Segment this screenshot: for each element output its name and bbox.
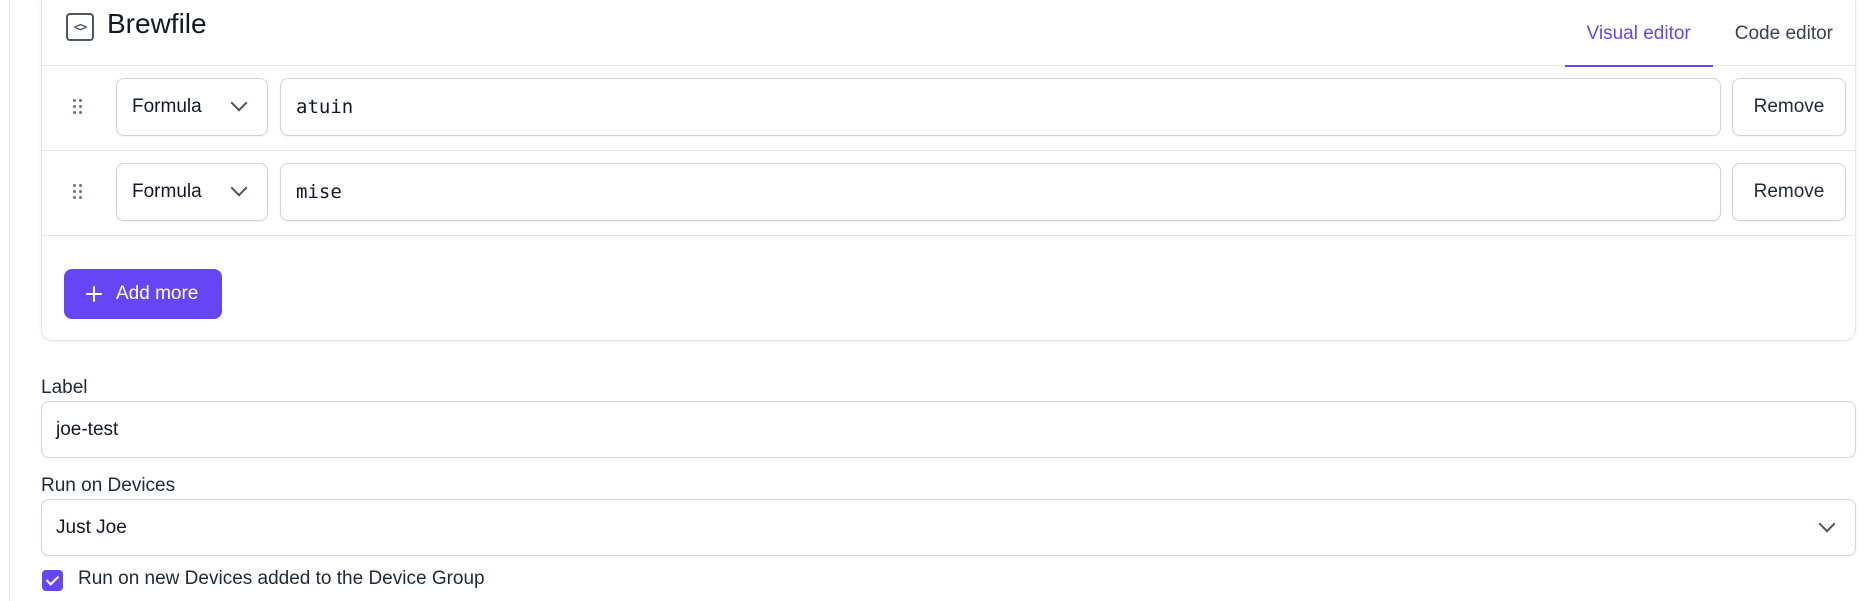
brewfile-entry-row: Formula atuin Remove [42,66,1855,151]
label-field-label: Label [41,377,88,398]
brewfile-header: <> Brewfile Visual editor Code editor [42,1,1855,67]
tab-code-editor[interactable]: Code editor [1713,1,1855,66]
drag-handle-icon[interactable] [72,98,84,116]
add-more-button[interactable]: Add more [64,269,222,319]
entry-type-value: Formula [132,181,202,202]
chevron-down-icon [1818,515,1836,533]
entry-name-input[interactable]: atuin [280,78,1721,136]
code-brackets-icon: <> [66,13,94,41]
label-input[interactable]: joe-test [41,401,1856,458]
devices-select[interactable]: Just Joe [41,499,1856,556]
chevron-down-icon [230,94,248,112]
remove-entry-button[interactable]: Remove [1732,163,1846,221]
entry-type-value: Formula [132,96,202,117]
devices-select-value: Just Joe [56,516,127,538]
brewfile-entry-row: Formula mise Remove [42,151,1855,236]
brewfile-title: Brewfile [107,8,207,39]
left-divider [9,0,10,601]
devices-field-label: Run on Devices [41,475,176,496]
new-devices-checkbox[interactable] [42,570,63,591]
entry-type-select[interactable]: Formula [116,78,268,136]
drag-handle-icon[interactable] [72,183,84,201]
entry-name-input[interactable]: mise [280,163,1721,221]
editor-tabs: Visual editor Code editor [1564,1,1855,67]
tab-visual-editor[interactable]: Visual editor [1564,1,1713,67]
chevron-down-icon [230,179,248,197]
new-devices-checkbox-label: Run on new Devices added to the Device G… [78,568,485,589]
add-more-label: Add more [116,283,199,304]
entry-type-select[interactable]: Formula [116,163,268,221]
brewfile-card: <> Brewfile Visual editor Code editor Fo… [41,0,1856,341]
remove-entry-button[interactable]: Remove [1732,78,1846,136]
plus-icon [86,286,102,302]
